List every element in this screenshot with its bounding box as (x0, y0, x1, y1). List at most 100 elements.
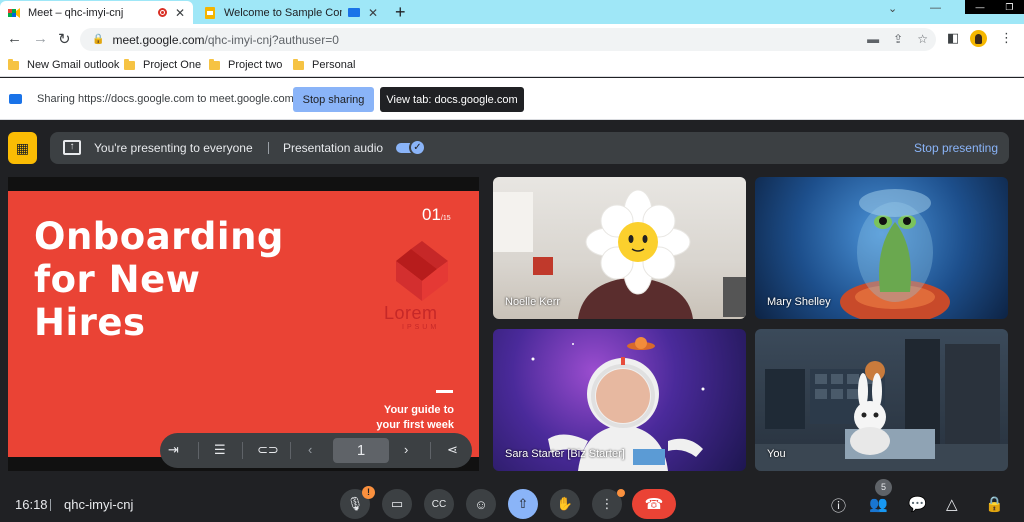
folder-icon (293, 58, 304, 70)
slide-title-line: Hires (34, 301, 146, 344)
slide-page-input[interactable]: 1 (333, 438, 389, 463)
divider (268, 142, 269, 154)
screen-share-icon (347, 8, 360, 17)
share-screen-icon (9, 94, 22, 104)
slides-icon (205, 6, 215, 19)
leave-call-button[interactable]: ☎ (632, 489, 676, 519)
logo-text: Lorem (384, 303, 438, 323)
slide-title: Onboarding for New Hires (34, 215, 314, 344)
microphone-icon: 🎙 (346, 496, 364, 511)
captions-button[interactable]: CC (424, 489, 454, 519)
camera-button[interactable]: ▭ (382, 489, 412, 519)
slide-title-line: Onboarding (34, 215, 284, 258)
info-icon[interactable]: ⓘ (831, 495, 846, 516)
participant-tile[interactable]: You (755, 329, 1008, 471)
hand-icon: ✋ (556, 496, 574, 511)
participant-tile[interactable]: Mary Shelley (755, 177, 1008, 319)
activities-icon[interactable]: △ (946, 495, 958, 513)
divider (436, 390, 453, 393)
bookmark-star-icon[interactable]: ☆ (917, 32, 928, 46)
view-tab-button[interactable]: View tab: docs.google.com (380, 87, 524, 112)
stop-sharing-button[interactable]: Stop sharing (293, 87, 374, 112)
emoji-button[interactable]: ☺ (466, 489, 496, 519)
window-controls: — ❐ (965, 0, 1024, 14)
logo-subtext: IPSUM (402, 324, 440, 331)
participant-name: Noelle Kerr (505, 296, 561, 308)
slide-controls: ⇥ ☰ ⊂⊃ ‹ 1 › ⋖ (160, 433, 472, 468)
captions-icon: CC (431, 498, 447, 510)
camera-icon: ▭ (390, 496, 404, 511)
reload-icon[interactable]: ↻ (58, 30, 71, 48)
avatar[interactable] (970, 30, 987, 47)
close-tab-icon[interactable]: ✕ (175, 6, 185, 20)
divider (198, 442, 199, 459)
close-tab-icon[interactable]: ✕ (368, 6, 378, 20)
present-button[interactable]: ⇧ (508, 489, 538, 519)
bookmark-label: New Gmail outlook (27, 59, 120, 71)
menu-icon[interactable]: ⋮ (1000, 30, 1013, 46)
address-bar[interactable]: 🔒 meet.google.com/qhc-imyi-cnj?authuser=… (80, 28, 936, 51)
lorem-logo-icon (396, 241, 448, 301)
meet-stage: ▦ ↑ You're presenting to everyone Presen… (0, 120, 1024, 522)
participant-video (755, 339, 1008, 471)
warning-badge-icon: ! (362, 486, 375, 499)
bookmark-item[interactable]: Project One (124, 58, 201, 71)
bookmark-item[interactable]: Personal (293, 58, 356, 71)
present-upload-icon: ↑ (63, 140, 81, 155)
more-vert-icon: ⋮ (600, 496, 614, 511)
participant-tile[interactable]: Sara Starter [Biz Starter] (493, 329, 746, 471)
speaker-notes-icon[interactable]: ☰ (214, 442, 226, 458)
side-panel-icon[interactable]: ◧ (947, 30, 959, 46)
stop-presenting-button[interactable]: Stop presenting (914, 141, 998, 155)
slide-page-number: 01/15 (422, 205, 451, 225)
raise-hand-button[interactable]: ✋ (550, 489, 580, 519)
page-total: /15 (440, 215, 451, 222)
share-icon[interactable]: ⇪ (893, 32, 903, 46)
participant-name: Sara Starter [Biz Starter] (505, 448, 625, 460)
forward-icon[interactable]: → (33, 30, 48, 47)
chevron-down-icon[interactable]: ⌄ (888, 2, 897, 15)
minimize-button[interactable]: — (930, 2, 941, 14)
tagline-line: Your guide to (383, 404, 454, 416)
participant-count-badge: 5 (875, 479, 892, 496)
slide-title-line: for New (34, 258, 201, 301)
tab-strip: Meet – qhc-imyi-cnj ✕ Welcome to Sample … (0, 0, 1024, 24)
recording-icon (157, 8, 167, 17)
check-icon: ✓ (409, 139, 426, 156)
new-tab-button[interactable]: + (395, 2, 406, 23)
share-icon[interactable]: ⋖ (447, 442, 458, 458)
bookmark-item[interactable]: Project two (209, 58, 283, 71)
restore-icon[interactable]: ❐ (1005, 2, 1013, 13)
meeting-time: 16:18 (15, 497, 48, 512)
back-icon[interactable]: ← (7, 30, 22, 47)
divider (290, 442, 291, 459)
link-icon[interactable]: ⊂⊃ (257, 442, 279, 458)
bookmarks-bar: New Gmail outlook Project One Project tw… (0, 55, 1024, 77)
bookmark-label: Personal (312, 59, 356, 71)
slide-tagline: Your guide to your first week (376, 403, 454, 433)
divider (430, 442, 431, 459)
bookmark-label: Project two (228, 59, 283, 71)
previous-slide-icon[interactable]: ‹ (308, 442, 312, 457)
participant-tile[interactable]: Noelle Kerr (493, 177, 746, 319)
host-controls-icon[interactable]: 🔒 (985, 495, 1004, 513)
bookmark-item[interactable]: New Gmail outlook (8, 58, 120, 71)
presentation-off-icon[interactable]: ▦ (8, 132, 37, 164)
divider (242, 442, 243, 459)
exit-icon[interactable]: ⇥ (168, 442, 179, 458)
tab-title: Welcome to Sample Compar (224, 6, 342, 19)
lock-icon: 🔒 (92, 34, 105, 45)
camera-icon[interactable]: ▬ (867, 32, 879, 46)
participant-name: You (767, 448, 786, 460)
people-icon[interactable]: 👥 (869, 495, 888, 513)
browser-toolbar: ← → ↻ 🔒 meet.google.com/qhc-imyi-cnj?aut… (0, 24, 1024, 55)
url-path: /qhc-imyi-cnj?authuser=0 (204, 32, 339, 47)
presenting-bar: ↑ You're presenting to everyone Presenta… (50, 132, 1009, 164)
presentation-audio-toggle[interactable]: ✓ (396, 139, 426, 156)
tab-meet[interactable]: Meet – qhc-imyi-cnj ✕ (0, 1, 193, 24)
next-slide-icon[interactable]: › (404, 442, 408, 457)
sharing-bar: Sharing https://docs.google.com to meet.… (0, 78, 1024, 120)
minimize-icon[interactable]: — (975, 2, 984, 12)
chat-icon[interactable]: 💬 (908, 495, 927, 513)
tab-slides[interactable]: Welcome to Sample Compar ✕ (196, 1, 386, 24)
